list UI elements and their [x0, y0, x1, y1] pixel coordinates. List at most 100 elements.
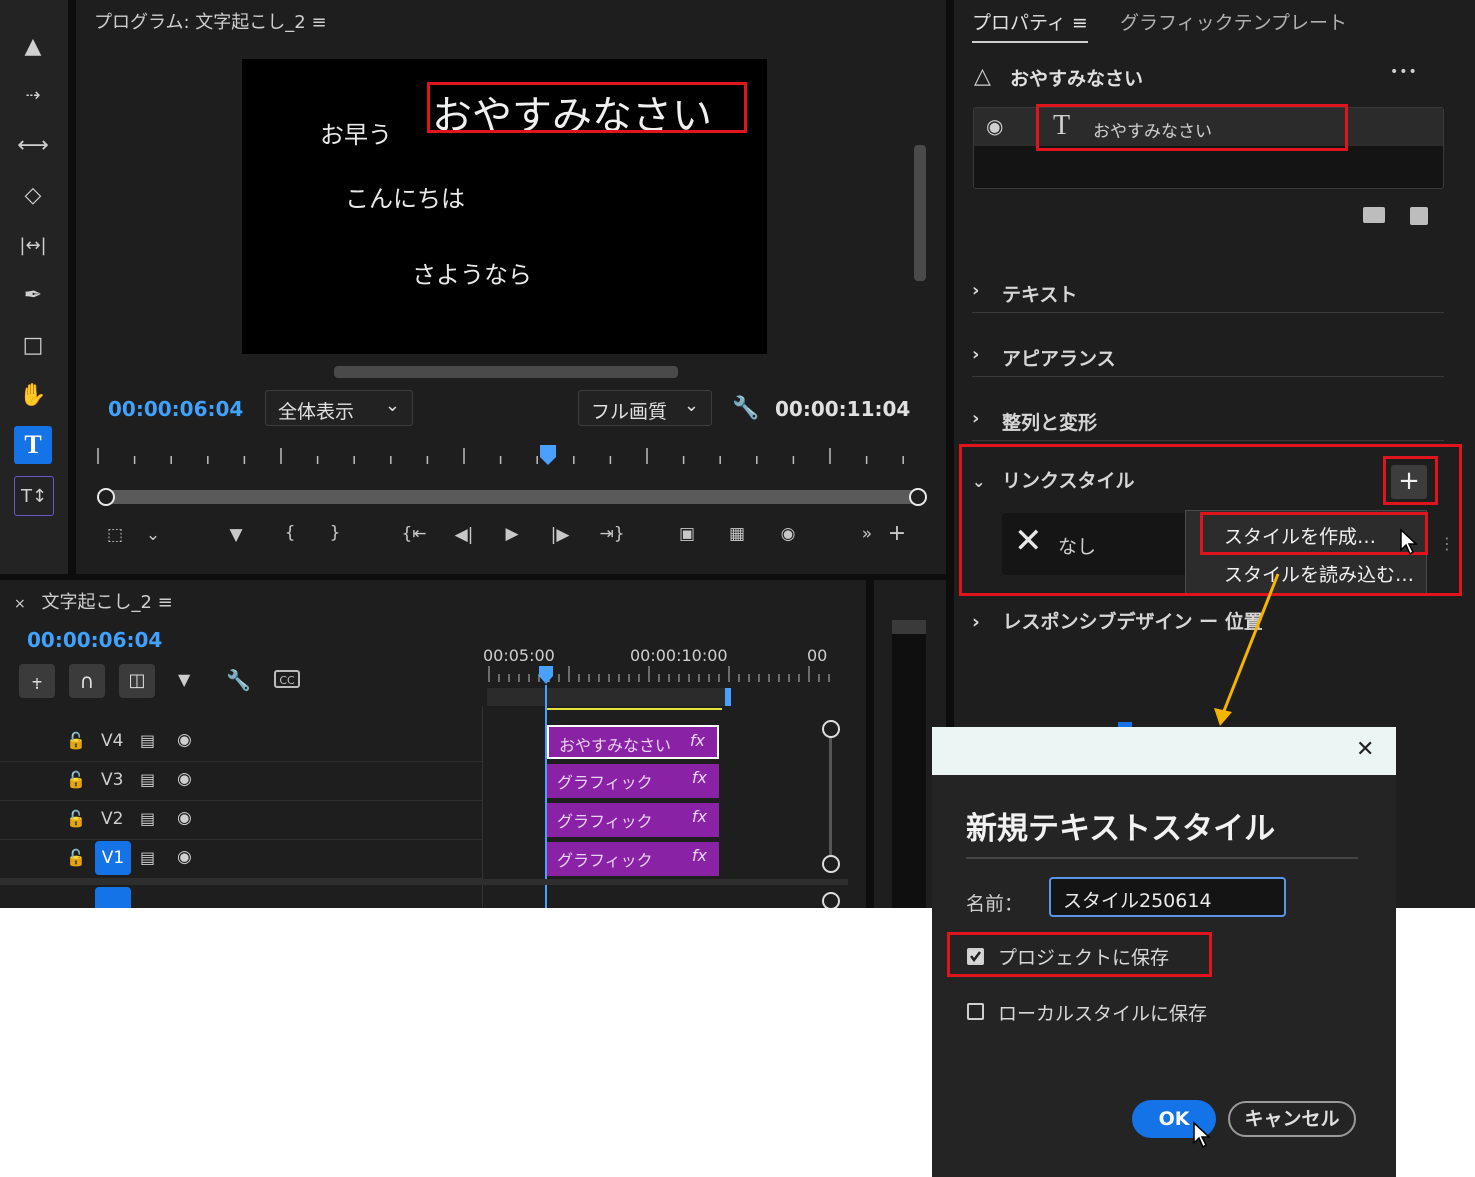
timeline-vertical-scrollbar[interactable] [829, 727, 832, 863]
mark-in-icon[interactable]: { [280, 523, 300, 543]
timeline-ruler-label: 00:05:00 [483, 646, 555, 665]
razor-tool-icon[interactable]: ◇ [14, 176, 52, 214]
quality-select[interactable]: フル画質 ⌄ [578, 390, 712, 426]
zoom-select[interactable]: 全体表示 ⌄ [265, 390, 413, 426]
timeline-playhead-marker[interactable] [539, 666, 553, 684]
step-back-icon[interactable]: ◀| [452, 525, 476, 545]
track-name[interactable]: V3 [95, 770, 123, 790]
tab-properties[interactable]: プロパティ ≡ [972, 8, 1088, 43]
vertical-type-tool-icon[interactable]: T↕ [14, 476, 54, 516]
timeline-ruler[interactable] [485, 664, 835, 710]
dialog-titlebar [932, 727, 1396, 775]
new-group-icon[interactable] [1363, 207, 1385, 223]
navigator-end-handle[interactable] [909, 488, 927, 506]
in-out-range [545, 708, 722, 710]
linked-selection-icon[interactable]: ◫ [119, 664, 155, 698]
hand-tool-icon[interactable]: ✋ [14, 376, 52, 414]
wrench-icon[interactable]: 🔧 [226, 668, 251, 692]
sync-lock-icon[interactable]: ▤ [140, 731, 155, 750]
eye-icon[interactable]: ◉ [986, 114, 1003, 138]
clip-oyasuminasai[interactable]: おやすみなさい fx [547, 725, 719, 759]
more-options-icon[interactable]: ••• [1390, 64, 1418, 80]
add-marker-icon[interactable]: ▼ [226, 525, 246, 545]
lock-icon[interactable]: 🔓 [66, 770, 86, 789]
ok-button-label: OK [1158, 1108, 1190, 1130]
eye-icon[interactable]: ◉ [177, 808, 192, 828]
lock-icon[interactable]: 🔓 [66, 731, 86, 750]
close-icon[interactable]: ✕ [1356, 737, 1374, 762]
sync-lock-icon[interactable]: ▤ [140, 848, 155, 867]
save-local-checkbox[interactable] [967, 1003, 984, 1020]
monitor-time-ruler[interactable] [90, 440, 920, 470]
ripple-edit-tool-icon[interactable]: ⟷ [14, 126, 52, 164]
pen-tool-icon[interactable]: ✒ [14, 276, 52, 314]
navigator-bar[interactable] [98, 490, 924, 504]
audio-track-target[interactable] [95, 887, 131, 908]
add-button-icon[interactable]: + [886, 521, 908, 546]
close-icon[interactable]: × [14, 596, 26, 612]
insert-nest-icon[interactable]: ⨥ [19, 664, 55, 698]
eye-icon[interactable]: ◉ [177, 730, 192, 750]
section-text[interactable]: › テキスト [972, 272, 1444, 313]
sync-lock-icon[interactable]: ▤ [140, 809, 155, 828]
lift-icon[interactable]: ▣ [672, 524, 702, 544]
style-name-input[interactable]: スタイル250614 [1049, 877, 1286, 917]
eye-icon[interactable]: ◉ [177, 769, 192, 789]
add-marker-icon[interactable]: ▼ [178, 670, 190, 689]
camera-icon[interactable]: ◉ [774, 524, 802, 544]
scroll-handle-top[interactable] [822, 720, 840, 738]
go-to-in-icon[interactable]: {⇤ [400, 524, 428, 544]
step-forward-icon[interactable]: |▶ [548, 525, 572, 545]
scroll-handle-bottom[interactable] [822, 855, 840, 873]
rectangle-tool-icon[interactable]: □ [14, 326, 52, 364]
captions-icon[interactable]: CC [274, 670, 300, 688]
clip-graphic-v2[interactable]: グラフィック fx [547, 803, 719, 837]
cancel-button[interactable]: キャンセル [1228, 1101, 1356, 1137]
panel-menu-icon[interactable]: ≡ [158, 592, 173, 613]
section-align-transform[interactable]: › 整列と変形 [972, 400, 1444, 441]
panel-menu-icon[interactable]: ≡ [1072, 12, 1088, 34]
track-name[interactable]: V2 [95, 809, 123, 829]
track-name[interactable]: V4 [95, 731, 123, 751]
more-buttons-icon[interactable]: » [856, 524, 878, 544]
clip-graphic-v1[interactable]: グラフィック fx [547, 842, 719, 876]
sync-lock-icon[interactable]: ▤ [140, 770, 155, 789]
out-point-marker[interactable] [725, 688, 731, 706]
navigator-start-handle[interactable] [97, 488, 115, 506]
play-icon[interactable]: ▶ [500, 524, 524, 544]
lock-icon[interactable]: 🔓 [66, 809, 86, 828]
program-duration: 00:00:11:04 [775, 397, 911, 421]
go-to-out-icon[interactable]: ⇥} [598, 524, 626, 544]
lock-icon[interactable]: 🔓 [66, 848, 86, 867]
monitor-vertical-scrollbar[interactable] [914, 145, 926, 281]
dialog-title-divider [966, 857, 1358, 859]
type-tool-icon[interactable]: T [14, 426, 52, 464]
tab-graphic-templates[interactable]: グラフィックテンプレート [1120, 8, 1347, 35]
program-title-text: プログラム: 文字起こし_2 [94, 12, 306, 33]
extract-icon[interactable]: ▦ [722, 524, 752, 544]
safe-margins-icon[interactable]: ⬚ [103, 525, 127, 545]
selection-tool-icon[interactable]: ▲ [14, 27, 52, 65]
save-local-label[interactable]: ローカルスタイルに保存 [998, 999, 1207, 1026]
program-current-time[interactable]: 00:00:06:04 [108, 397, 243, 421]
track-name[interactable]: V1 [95, 841, 131, 875]
wrench-icon[interactable]: 🔧 [732, 396, 759, 421]
playhead-marker[interactable] [540, 445, 556, 465]
new-layer-icon[interactable] [1410, 207, 1428, 225]
monitor-horizontal-scrollbar[interactable] [334, 366, 678, 378]
slip-tool-icon[interactable]: |↔| [14, 226, 52, 264]
work-area-bar[interactable] [487, 688, 725, 706]
chevron-down-icon[interactable]: ⌄ [143, 525, 163, 545]
track-header-v3: 🔓 V3 ▤ ◉ [0, 762, 482, 801]
snap-icon[interactable]: ∩ [69, 664, 105, 698]
section-label: テキスト [1002, 284, 1078, 306]
track-select-tool-icon[interactable]: ⇢ [14, 76, 52, 114]
scroll-handle-audio[interactable] [822, 892, 840, 908]
section-label: アピアランス [1002, 348, 1116, 370]
section-appearance[interactable]: › アピアランス [972, 336, 1444, 377]
eye-icon[interactable]: ◉ [177, 847, 192, 867]
mark-out-icon[interactable]: } [325, 523, 345, 543]
timeline-current-time[interactable]: 00:00:06:04 [27, 628, 162, 652]
panel-menu-icon[interactable]: ≡ [311, 12, 326, 33]
clip-graphic-v3[interactable]: グラフィック fx [547, 764, 719, 798]
